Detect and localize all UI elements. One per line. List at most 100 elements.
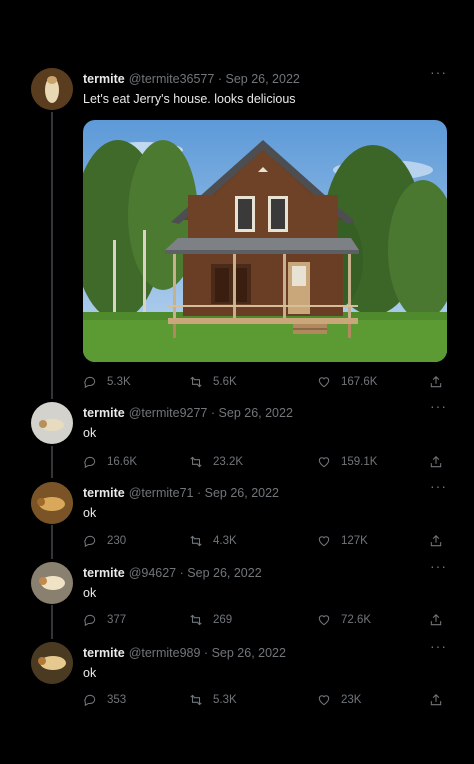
more-options-icon[interactable]: ···	[430, 558, 447, 574]
reply-count: 5.3K	[107, 376, 131, 388]
house-photo	[83, 120, 447, 362]
tweet-actions: 377 269 72.6K	[83, 612, 449, 628]
thread-line	[51, 605, 53, 639]
tweet-header: termite @termite71 · Sep 26, 2022	[83, 486, 279, 500]
timestamp[interactable]: Sep 26, 2022	[205, 486, 279, 500]
avatar[interactable]	[31, 642, 73, 684]
timestamp[interactable]: Sep 26, 2022	[187, 566, 261, 580]
heart-icon	[318, 615, 330, 626]
handle[interactable]: @94627	[129, 566, 176, 580]
share-icon	[430, 535, 442, 547]
retweet-button[interactable]: 23.2K	[189, 454, 243, 470]
thread-line	[51, 112, 53, 399]
reply-icon	[84, 376, 96, 389]
thread-line	[51, 446, 53, 478]
reply-icon	[84, 535, 96, 548]
tweet-text: ok	[83, 666, 97, 680]
reply-icon	[84, 694, 96, 707]
reply-icon	[84, 614, 96, 627]
display-name[interactable]: termite	[83, 486, 125, 500]
display-name[interactable]: termite	[83, 72, 125, 86]
reply-count: 16.6K	[107, 456, 138, 468]
timestamp[interactable]: Sep 26, 2022	[212, 646, 286, 660]
share-button[interactable]	[429, 374, 443, 390]
avatar[interactable]	[31, 68, 73, 110]
share-button[interactable]	[429, 533, 443, 549]
tweet-header: termite @94627 · Sep 26, 2022	[83, 566, 262, 580]
display-name[interactable]: termite	[83, 406, 125, 420]
tweet-actions: 230 4.3K 127K	[83, 533, 449, 549]
like-count: 167.6K	[341, 376, 378, 388]
heart-icon	[318, 377, 330, 388]
avatar[interactable]	[31, 562, 73, 604]
share-button[interactable]	[429, 612, 443, 628]
reply-button[interactable]: 5.3K	[83, 374, 131, 390]
retweet-count: 269	[213, 614, 233, 626]
retweet-icon	[190, 376, 202, 388]
retweet-icon	[190, 535, 202, 547]
share-icon	[430, 456, 442, 468]
avatar[interactable]	[31, 402, 73, 444]
reply-button[interactable]: 353	[83, 692, 126, 708]
more-options-icon[interactable]: ···	[430, 64, 447, 80]
like-count: 72.6K	[341, 614, 372, 626]
tweet-actions: 5.3K 5.6K 167.6K	[83, 374, 449, 390]
reply-button[interactable]: 377	[83, 612, 126, 628]
timestamp[interactable]: Sep 26, 2022	[219, 406, 293, 420]
share-button[interactable]	[429, 454, 443, 470]
retweet-button[interactable]: 5.3K	[189, 692, 237, 708]
retweet-button[interactable]: 5.6K	[189, 374, 237, 390]
reply-count: 353	[107, 694, 127, 706]
avatar[interactable]	[31, 482, 73, 524]
reply-button[interactable]: 16.6K	[83, 454, 137, 470]
display-name[interactable]: termite	[83, 646, 125, 660]
retweet-icon	[190, 614, 202, 626]
handle[interactable]: @termite989	[129, 646, 201, 660]
tweet-text: Let's eat Jerry's house. looks delicious	[83, 92, 296, 106]
retweet-icon	[190, 694, 202, 706]
like-count: 127K	[341, 535, 368, 547]
retweet-count: 5.3K	[213, 694, 237, 706]
like-count: 23K	[341, 694, 362, 706]
like-button[interactable]: 167.6K	[317, 374, 377, 390]
heart-icon	[318, 457, 330, 468]
reply-icon	[84, 456, 96, 469]
handle[interactable]: @termite71	[129, 486, 194, 500]
share-icon	[430, 694, 442, 706]
like-count: 159.1K	[341, 456, 378, 468]
like-button[interactable]: 23K	[317, 692, 361, 708]
like-button[interactable]: 127K	[317, 533, 368, 549]
display-name[interactable]: termite	[83, 566, 125, 580]
reply-button[interactable]: 230	[83, 533, 126, 549]
more-options-icon[interactable]: ···	[430, 398, 447, 414]
like-button[interactable]: 72.6K	[317, 612, 371, 628]
heart-icon	[318, 536, 330, 547]
share-icon	[430, 376, 442, 388]
tweet-text: ok	[83, 426, 97, 440]
retweet-count: 4.3K	[213, 535, 237, 547]
tweet-header: termite @termite36577 · Sep 26, 2022	[83, 72, 300, 86]
handle[interactable]: @termite36577	[129, 72, 215, 86]
thread-line	[51, 525, 53, 559]
retweet-count: 5.6K	[213, 376, 237, 388]
tweet-image[interactable]	[83, 120, 447, 362]
share-icon	[430, 614, 442, 626]
tweet-text: ok	[83, 586, 97, 600]
like-button[interactable]: 159.1K	[317, 454, 377, 470]
tweet-header: termite @termite9277 · Sep 26, 2022	[83, 406, 293, 420]
timestamp[interactable]: Sep 26, 2022	[225, 72, 299, 86]
tweet-actions: 353 5.3K 23K	[83, 692, 449, 708]
retweet-count: 23.2K	[213, 456, 244, 468]
tweet-actions: 16.6K 23.2K 159.1K	[83, 454, 449, 470]
tweet-header: termite @termite989 · Sep 26, 2022	[83, 646, 286, 660]
tweet-text: ok	[83, 506, 97, 520]
retweet-button[interactable]: 269	[189, 612, 232, 628]
reply-count: 377	[107, 614, 127, 626]
more-options-icon[interactable]: ···	[430, 478, 447, 494]
reply-count: 230	[107, 535, 127, 547]
share-button[interactable]	[429, 692, 443, 708]
retweet-button[interactable]: 4.3K	[189, 533, 237, 549]
more-options-icon[interactable]: ···	[430, 638, 447, 654]
handle[interactable]: @termite9277	[129, 406, 208, 420]
retweet-icon	[190, 456, 202, 468]
